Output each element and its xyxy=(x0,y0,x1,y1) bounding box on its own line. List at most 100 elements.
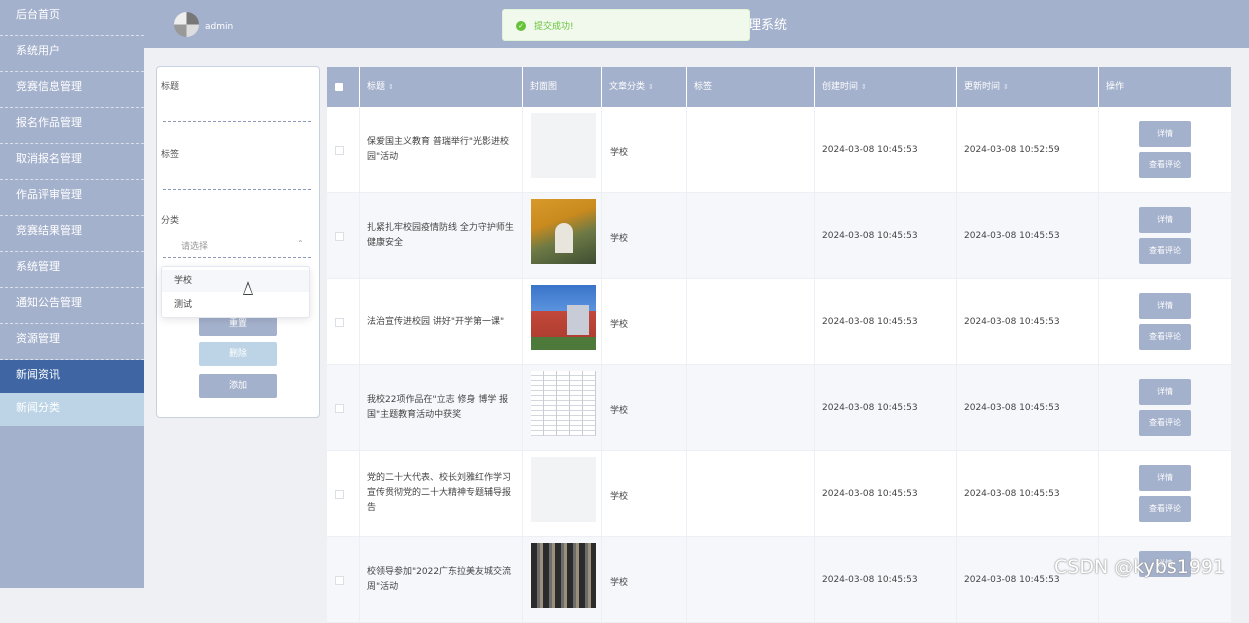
news-title: 保爱国主义教育 普瑞举行"光影进校园"活动 xyxy=(367,137,510,162)
select-all-cell xyxy=(327,67,360,107)
created-time: 2024-03-08 10:45:53 xyxy=(822,317,918,327)
check-icon: ✓ xyxy=(516,21,526,31)
sidebar-item-entries[interactable]: 报名作品管理 xyxy=(0,108,144,144)
row-checkbox[interactable] xyxy=(335,404,344,413)
category-value: 学校 xyxy=(610,406,629,416)
created-time: 2024-03-08 10:45:53 xyxy=(822,231,918,241)
column-header-title[interactable]: 标题 ⇕ xyxy=(360,67,523,107)
sidebar-item-notices[interactable]: 通知公告管理 xyxy=(0,288,144,324)
sort-icon[interactable]: ⇕ xyxy=(1003,83,1009,91)
pointer-cursor-fill xyxy=(244,284,252,294)
updated-time: 2024-03-08 10:45:53 xyxy=(964,317,1060,327)
detail-button[interactable]: 详情 xyxy=(1139,379,1191,405)
cover-image xyxy=(531,543,596,608)
chevron-up-icon[interactable]: ⌃ xyxy=(297,239,304,248)
select-all-checkbox[interactable] xyxy=(335,83,343,91)
news-title: 我校22项作品在"立志 修身 博学 报国"主题教育活动中获奖 xyxy=(367,395,509,420)
sidebar-item-review[interactable]: 作品评审管理 xyxy=(0,180,144,216)
column-header-tags: 标签 xyxy=(687,67,815,107)
toast-message: 提交成功! xyxy=(534,22,574,32)
table-row: 我校22项作品在"立志 修身 博学 报国"主题教育活动中获奖 学校 2024-0… xyxy=(327,365,1231,451)
updated-time: 2024-03-08 10:45:53 xyxy=(964,575,1060,585)
updated-time: 2024-03-08 10:45:53 xyxy=(964,231,1060,241)
column-header-created[interactable]: 创建时间 ⇕ xyxy=(815,67,957,107)
sort-icon[interactable]: ⇕ xyxy=(648,83,654,91)
table-row: 扎紧扎牢校园疫情防线 全力守护师生健康安全 学校 2024-03-08 10:4… xyxy=(327,193,1231,279)
column-header-category[interactable]: 文章分类 ⇕ xyxy=(602,67,687,107)
category-value: 学校 xyxy=(610,320,629,330)
view-comments-button[interactable]: 查看评论 xyxy=(1139,324,1191,350)
view-comments-button[interactable]: 查看评论 xyxy=(1139,152,1191,178)
cover-image xyxy=(531,457,596,522)
watermark: CSDN @kybs1991 xyxy=(1054,556,1226,578)
add-button[interactable]: 添加 xyxy=(199,374,277,398)
sidebar-item-results[interactable]: 竞赛结果管理 xyxy=(0,216,144,252)
column-header-updated[interactable]: 更新时间 ⇕ xyxy=(957,67,1099,107)
sort-icon[interactable]: ⇕ xyxy=(861,83,867,91)
table-header: 标题 ⇕ 封面图 文章分类 ⇕ 标签 创建时间 ⇕ 更新时间 ⇕ 操作 xyxy=(327,67,1231,107)
cover-image xyxy=(531,371,596,436)
cover-image xyxy=(531,113,596,178)
dropdown-option-test[interactable]: 测试 xyxy=(174,297,192,310)
sidebar-item-cancel-registration[interactable]: 取消报名管理 xyxy=(0,144,144,180)
cover-image xyxy=(531,285,596,350)
created-time: 2024-03-08 10:45:53 xyxy=(822,403,918,413)
row-checkbox[interactable] xyxy=(335,146,344,155)
sidebar-item-resources[interactable]: 资源管理 xyxy=(0,324,144,360)
category-value: 学校 xyxy=(610,492,629,502)
category-select[interactable] xyxy=(163,257,311,258)
row-checkbox[interactable] xyxy=(335,232,344,241)
news-title: 法治宣传进校园 讲好"开学第一课" xyxy=(367,317,505,327)
sort-icon[interactable]: ⇕ xyxy=(388,83,394,91)
tag-input[interactable] xyxy=(163,189,311,190)
category-value: 学校 xyxy=(610,578,629,588)
sidebar-item-system-users[interactable]: 系统用户 xyxy=(0,36,144,72)
updated-time: 2024-03-08 10:45:53 xyxy=(964,489,1060,499)
row-checkbox[interactable] xyxy=(335,318,344,327)
table-row: 党的二十大代表、校长刘雅红作学习宣传贯彻党的二十大精神专题辅导报告 学校 202… xyxy=(327,451,1231,537)
cover-image xyxy=(531,199,596,264)
row-checkbox[interactable] xyxy=(335,576,344,585)
updated-time: 2024-03-08 10:52:59 xyxy=(964,145,1060,155)
category-field-label: 分类 xyxy=(161,216,180,226)
sidebar-item-system-management[interactable]: 系统管理 xyxy=(0,252,144,288)
detail-button[interactable]: 详情 xyxy=(1139,465,1191,491)
user-name[interactable]: admin xyxy=(205,22,233,32)
view-comments-button[interactable]: 查看评论 xyxy=(1139,410,1191,436)
delete-button[interactable]: 删除 xyxy=(199,342,277,366)
table-row: 校领导参加"2022广东拉美友城交流周"活动 学校 2024-03-08 10:… xyxy=(327,537,1231,623)
success-toast: ✓ 提交成功! xyxy=(502,9,750,41)
sidebar: 后台首页 系统用户 竞赛信息管理 报名作品管理 取消报名管理 作品评审管理 竞赛… xyxy=(0,0,144,588)
news-title: 党的二十大代表、校长刘雅红作学习宣传贯彻党的二十大精神专题辅导报告 xyxy=(367,473,512,513)
avatar[interactable] xyxy=(174,12,199,37)
column-header-cover: 封面图 xyxy=(523,67,602,107)
detail-button[interactable]: 详情 xyxy=(1139,207,1191,233)
category-value: 学校 xyxy=(610,148,629,158)
news-title: 扎紧扎牢校园疫情防线 全力守护师生健康安全 xyxy=(367,223,514,248)
sidebar-item-news[interactable]: 新闻资讯 xyxy=(0,360,144,393)
column-header-actions: 操作 xyxy=(1106,82,1125,92)
updated-time: 2024-03-08 10:45:53 xyxy=(964,403,1060,413)
tag-field-label: 标签 xyxy=(161,150,180,160)
detail-button[interactable]: 详情 xyxy=(1139,293,1191,319)
category-dropdown: 学校 测试 xyxy=(161,266,310,318)
sidebar-item-competition-info[interactable]: 竞赛信息管理 xyxy=(0,72,144,108)
row-checkbox[interactable] xyxy=(335,490,344,499)
title-field-label: 标题 xyxy=(161,82,180,92)
sidebar-item-home[interactable]: 后台首页 xyxy=(0,0,144,36)
table-row: 法治宣传进校园 讲好"开学第一课" 学校 2024-03-08 10:45:53… xyxy=(327,279,1231,365)
created-time: 2024-03-08 10:45:53 xyxy=(822,489,918,499)
detail-button[interactable]: 详情 xyxy=(1139,121,1191,147)
category-select-placeholder[interactable]: 请选择 xyxy=(181,239,208,252)
dropdown-option-school[interactable]: 学校 xyxy=(162,270,309,292)
created-time: 2024-03-08 10:45:53 xyxy=(822,145,918,155)
sidebar-item-news-category[interactable]: 新闻分类 xyxy=(0,393,144,426)
table-row: 保爱国主义教育 普瑞举行"光影进校园"活动 学校 2024-03-08 10:4… xyxy=(327,107,1231,193)
news-table: 标题 ⇕ 封面图 文章分类 ⇕ 标签 创建时间 ⇕ 更新时间 ⇕ 操作 保爱国主义教育 … xyxy=(327,67,1231,623)
system-title: 理系统 xyxy=(748,18,788,33)
view-comments-button[interactable]: 查看评论 xyxy=(1139,238,1191,264)
view-comments-button[interactable]: 查看评论 xyxy=(1139,496,1191,522)
created-time: 2024-03-08 10:45:53 xyxy=(822,575,918,585)
title-input[interactable] xyxy=(163,121,311,122)
category-value: 学校 xyxy=(610,234,629,244)
